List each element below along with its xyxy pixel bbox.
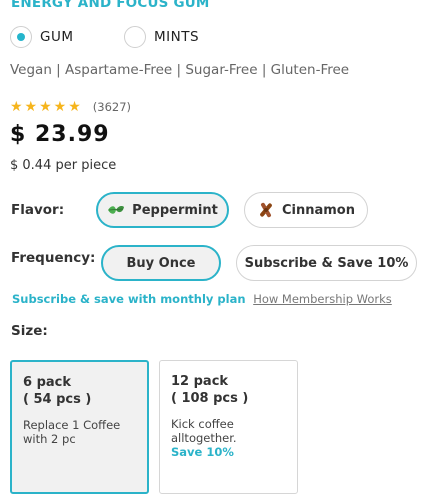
size-option-savings: Save 10% xyxy=(171,445,234,459)
price: $ 23.99 xyxy=(10,122,110,147)
subscribe-save-button[interactable]: Subscribe & Save 10% xyxy=(236,245,417,281)
product-tags: Vegan | Aspartame-Free | Sugar-Free | Gl… xyxy=(10,62,350,78)
peppermint-leaf-icon xyxy=(107,204,125,216)
flavor-peppermint-label: Peppermint xyxy=(132,202,218,218)
size-option-description: Replace 1 Coffee with 2 pc xyxy=(23,418,121,446)
radio-circle[interactable] xyxy=(124,26,146,48)
radio-gum-label: GUM xyxy=(40,29,74,45)
flavor-cinnamon-button[interactable]: Cinnamon xyxy=(244,192,368,228)
frequency-label: Frequency: xyxy=(11,250,96,266)
buy-once-label: Buy Once xyxy=(126,255,196,271)
radio-mints-label: MINTS xyxy=(154,29,200,45)
flavor-label: Flavor: xyxy=(11,202,65,218)
radio-circle-selected[interactable] xyxy=(10,26,32,48)
subscribe-save-label: Subscribe & Save 10% xyxy=(244,255,409,271)
rating[interactable]: ★★★★★ (3627) xyxy=(10,99,131,115)
size-option-12-pack[interactable]: 12 pack ( 108 pcs ) Kick coffee alltoget… xyxy=(159,360,298,494)
price-per-piece: $ 0.44 per piece xyxy=(10,158,117,173)
flavor-peppermint-button[interactable]: Peppermint xyxy=(96,192,229,228)
size-option-count: ( 108 pcs ) xyxy=(171,391,249,406)
membership-link[interactable]: How Membership Works xyxy=(253,292,392,306)
review-count[interactable]: (3627) xyxy=(93,100,131,114)
size-option-title: 12 pack xyxy=(171,374,229,389)
size-option-title: 6 pack xyxy=(23,375,72,390)
subscribe-note: Subscribe & save with monthly plan xyxy=(12,292,246,306)
flavor-cinnamon-label: Cinnamon xyxy=(281,202,355,218)
size-option-description: Kick coffee alltogether. xyxy=(171,417,237,445)
star-rating-icon: ★★★★★ xyxy=(10,99,83,115)
subscribe-note-row: Subscribe & save with monthly plan How M… xyxy=(12,292,392,306)
size-label: Size: xyxy=(11,323,48,339)
size-option-count: ( 54 pcs ) xyxy=(23,392,92,407)
buy-once-button[interactable]: Buy Once xyxy=(101,245,221,281)
radio-mints[interactable]: MINTS xyxy=(124,26,199,48)
size-option-6-pack[interactable]: 6 pack ( 54 pcs ) Replace 1 Coffee with … xyxy=(10,360,149,494)
radio-gum[interactable]: GUM xyxy=(10,26,74,48)
radio-dot xyxy=(17,33,25,41)
product-heading: ENERGY AND FOCUS GUM xyxy=(11,0,210,11)
cinnamon-stick-icon xyxy=(257,201,275,219)
